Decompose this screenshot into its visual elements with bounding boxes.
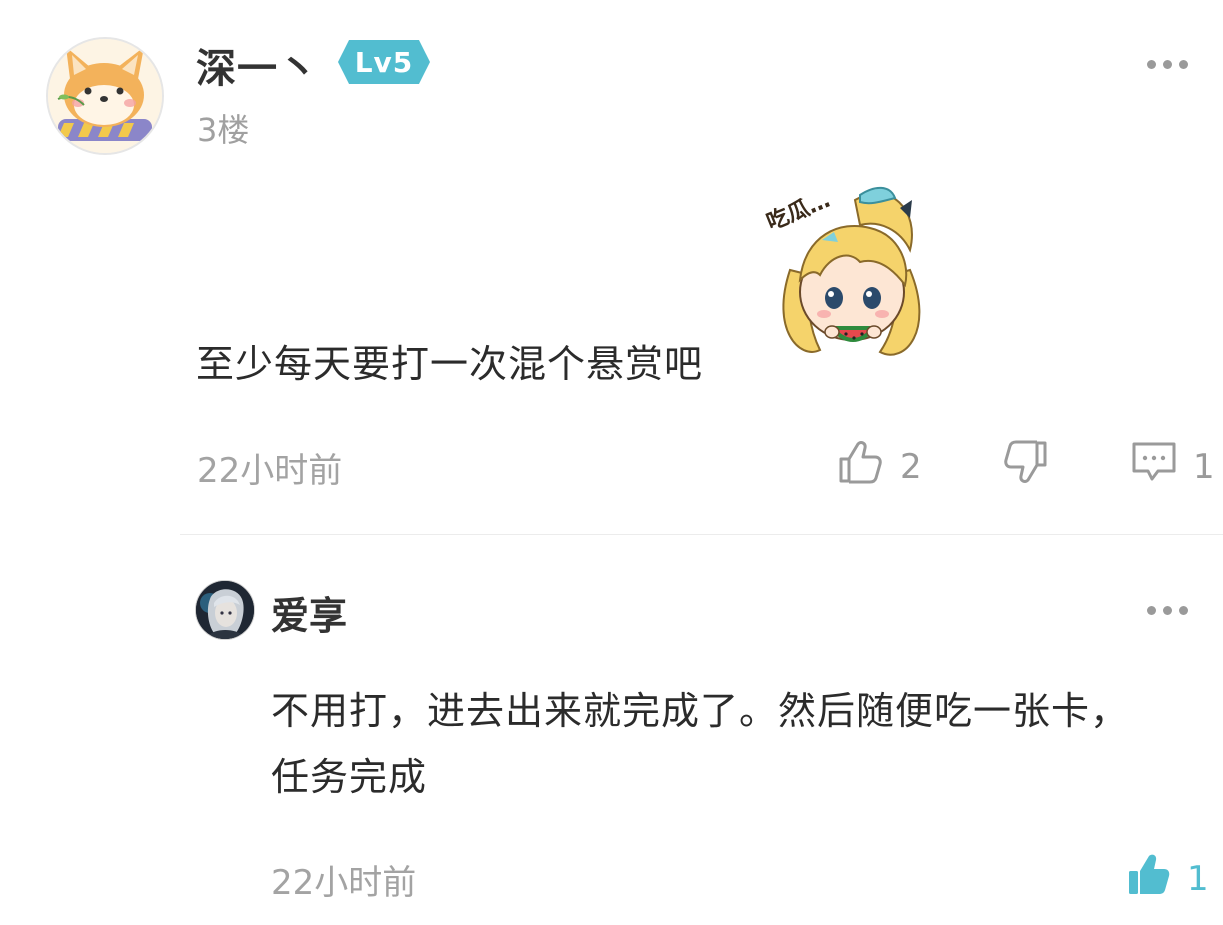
level-badge: Lv5 (338, 40, 430, 84)
reply-count: 1 (1193, 446, 1215, 487)
watermelon-sticker: 吃瓜… (760, 180, 940, 365)
thumbs-up-icon (838, 440, 884, 493)
thumbs-down-icon (1002, 440, 1048, 495)
comment-text: 至少每天要打一次混个悬赏吧 (196, 342, 704, 386)
user-avatar[interactable] (46, 37, 164, 155)
reply-button[interactable]: 1 (1131, 440, 1215, 493)
more-options-icon[interactable] (1147, 60, 1188, 69)
reply-username[interactable]: 爱享 (271, 585, 347, 640)
sticker-caption: 吃瓜… (763, 187, 834, 236)
floor-number: 3楼 (197, 111, 250, 149)
like-count: 2 (900, 446, 922, 487)
reply-text: 不用打，进去出来就完成了。然后随便吃一张卡，任务完成 (271, 689, 1130, 799)
like-button[interactable]: 2 (838, 440, 922, 493)
thumbs-up-filled-icon (1127, 852, 1171, 905)
reply-user-avatar[interactable] (195, 580, 255, 640)
reply-like-count: 1 (1187, 858, 1209, 899)
dislike-button[interactable] (1002, 440, 1048, 495)
reply-more-options-icon[interactable] (1147, 606, 1188, 615)
username[interactable]: 深一丶 (196, 36, 319, 94)
comment-bubble-icon (1131, 440, 1177, 493)
reply-like-button[interactable]: 1 (1127, 852, 1209, 905)
divider (180, 534, 1223, 535)
comment-timestamp: 22小时前 (197, 451, 343, 491)
reply-timestamp: 22小时前 (271, 863, 417, 903)
